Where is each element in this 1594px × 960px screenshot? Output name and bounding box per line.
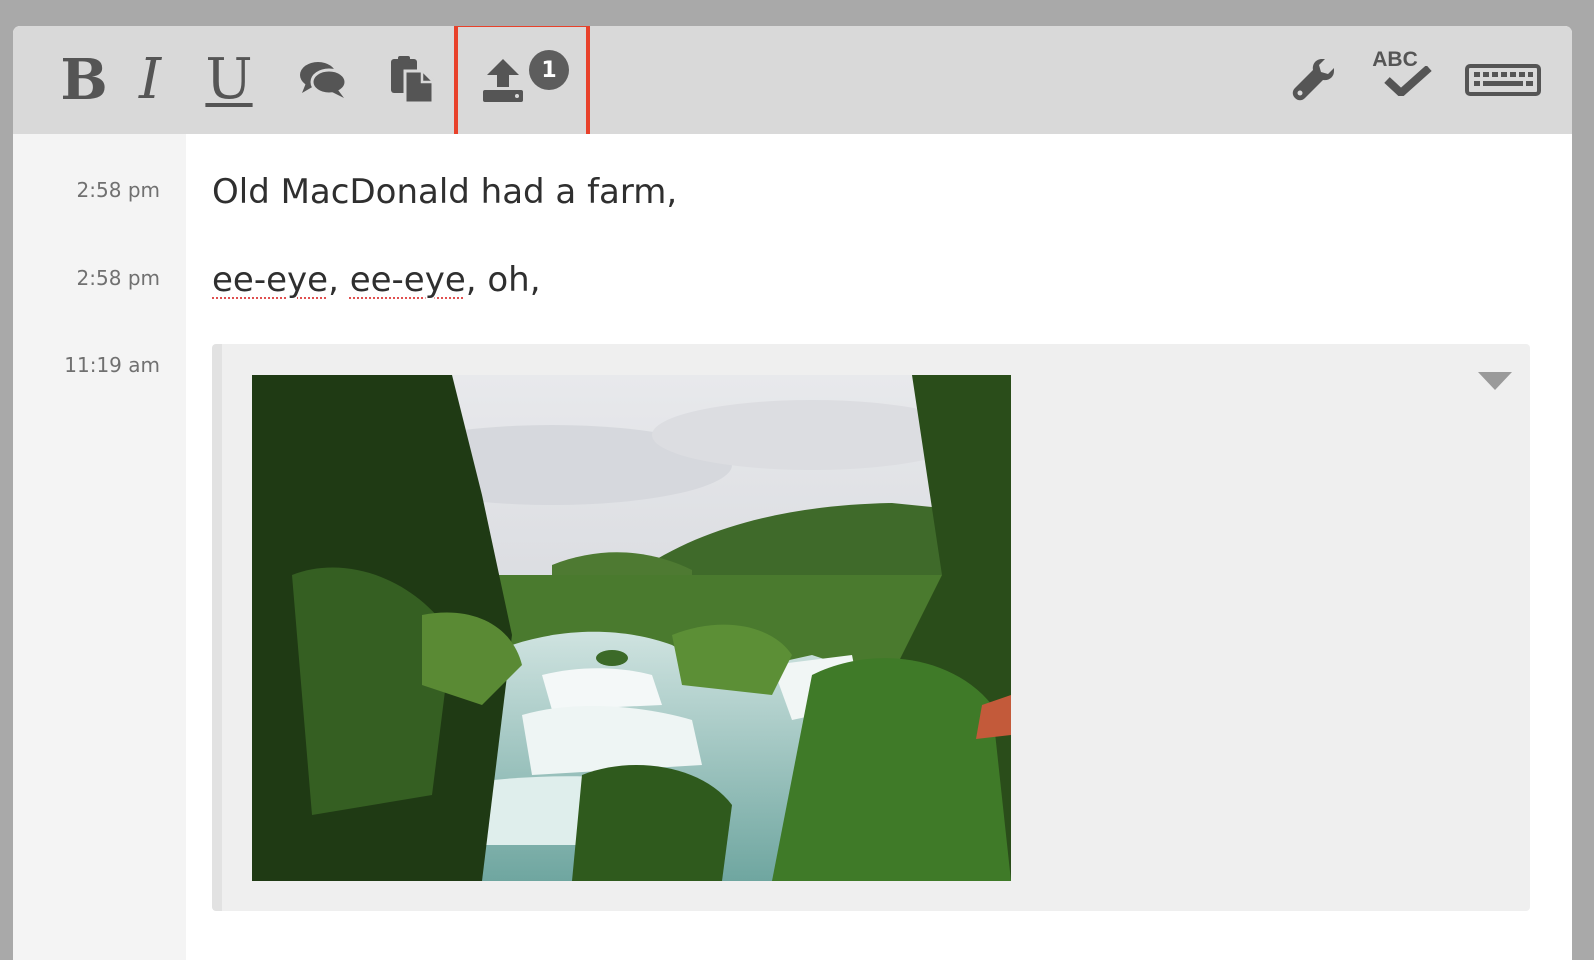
comment-icon xyxy=(300,62,348,98)
bold-button[interactable]: B xyxy=(49,26,119,134)
misspelled-word[interactable]: ee-eye xyxy=(350,260,466,300)
toolbar: B I U 1 ABC xyxy=(13,26,1572,141)
text-line[interactable]: Old MacDonald had a farm, xyxy=(212,172,677,212)
image-attachment xyxy=(212,344,1530,911)
misspelled-word[interactable]: ee-eye xyxy=(212,260,328,300)
attachment-menu-caret[interactable] xyxy=(1476,370,1514,396)
text-segment: , oh, xyxy=(465,260,541,300)
entry-timestamp: 11:19 am xyxy=(64,353,160,377)
waterfall-photo xyxy=(252,375,1011,881)
entry-timestamp: 2:58 pm xyxy=(76,266,160,290)
entry-timestamp: 2:58 pm xyxy=(76,178,160,202)
bold-label: B xyxy=(60,47,108,113)
text-segment: , xyxy=(328,260,350,300)
comment-button[interactable] xyxy=(293,26,353,134)
timestamp-gutter: 2:58 pm 2:58 pm 11:19 am xyxy=(13,134,186,960)
attached-photo[interactable] xyxy=(252,375,1011,881)
spellcheck-icon xyxy=(1384,66,1432,96)
keyboard-icon xyxy=(1465,64,1541,96)
italic-label: I xyxy=(138,47,162,112)
underline-label: U xyxy=(205,47,253,112)
paste-icon xyxy=(391,56,435,105)
wrench-icon xyxy=(1292,59,1334,101)
italic-button[interactable]: I xyxy=(125,26,175,134)
settings-button[interactable] xyxy=(1285,26,1345,134)
text-line[interactable]: ee-eye, ee-eye, oh, xyxy=(212,260,541,300)
chevron-down-icon xyxy=(1478,372,1512,390)
keyboard-button[interactable] xyxy=(1463,26,1543,134)
spellcheck-button[interactable]: ABC xyxy=(1363,26,1439,134)
editor-window: B I U 1 ABC 2:58 pm 2:58 pm 11:19 am Old… xyxy=(13,26,1572,960)
underline-button[interactable]: U xyxy=(199,26,259,134)
editor-content[interactable]: Old MacDonald had a farm, ee-eye, ee-eye… xyxy=(186,134,1572,960)
upload-button[interactable] xyxy=(471,26,535,134)
upload-icon xyxy=(483,59,523,102)
upload-count-badge: 1 xyxy=(529,50,569,90)
paste-button[interactable] xyxy=(383,26,443,134)
